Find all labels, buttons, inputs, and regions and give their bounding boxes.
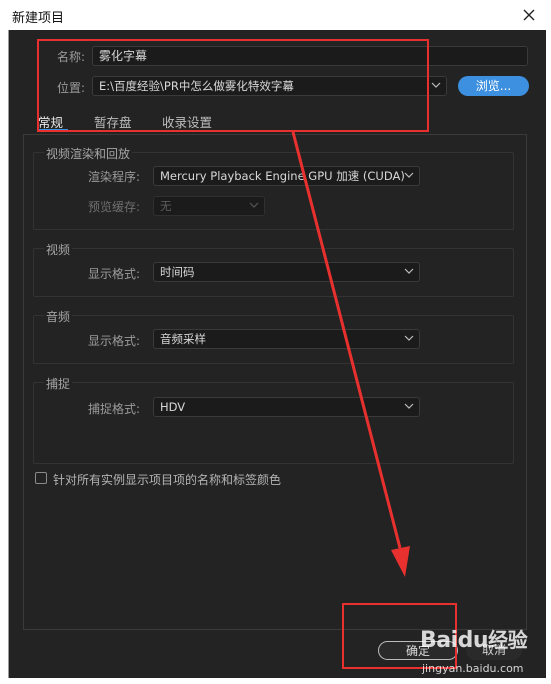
watermark-url: jingyan.baidu.com	[422, 662, 524, 675]
baidu-watermark: Baidu经验 jingyan.baidu.com	[418, 622, 548, 677]
annotation-arrow	[291, 131, 410, 577]
baidu-logo: Baidu经验	[420, 628, 528, 653]
